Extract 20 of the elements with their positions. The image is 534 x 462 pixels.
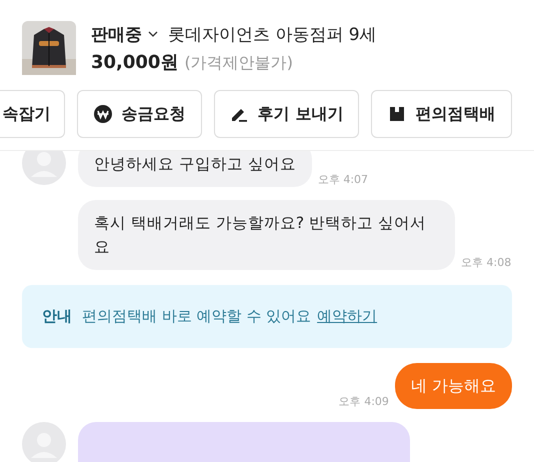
action-button[interactable]: 후기 보내기 [214, 90, 359, 138]
notice-label: 안내 [42, 307, 72, 326]
reserve-link[interactable]: 예약하기 [317, 307, 378, 326]
status-dropdown[interactable]: 판매중 [91, 22, 142, 46]
message-time: 오후 4:07 [318, 172, 368, 187]
product-price: 30,000원 [91, 50, 178, 74]
message-bubble: 안녕하세요 구입하고 싶어요 [78, 151, 312, 187]
chevron-down-icon [148, 31, 158, 37]
message-bubble: 네 가능해요 [394, 363, 512, 409]
message-time: 오후 4:08 [461, 255, 512, 270]
product-title: 롯데자이언츠 아동점퍼 9세 [168, 24, 377, 46]
box-icon [388, 105, 406, 123]
notice-text: 편의점택배 바로 예약할 수 있어요 [82, 307, 312, 326]
message-bubble: 혹시 택배거래도 가능할까요? 반택하고 싶어서요 [78, 200, 455, 270]
price-note: (가격제안불가) [184, 52, 293, 74]
message-time: 오후 4:09 [338, 394, 389, 409]
action-button[interactable]: 편의점택배 [371, 90, 512, 138]
action-button[interactable]: 송금요청 [77, 90, 202, 138]
won-coin-icon [94, 105, 112, 123]
action-button[interactable]: 속잡기 [0, 90, 65, 138]
